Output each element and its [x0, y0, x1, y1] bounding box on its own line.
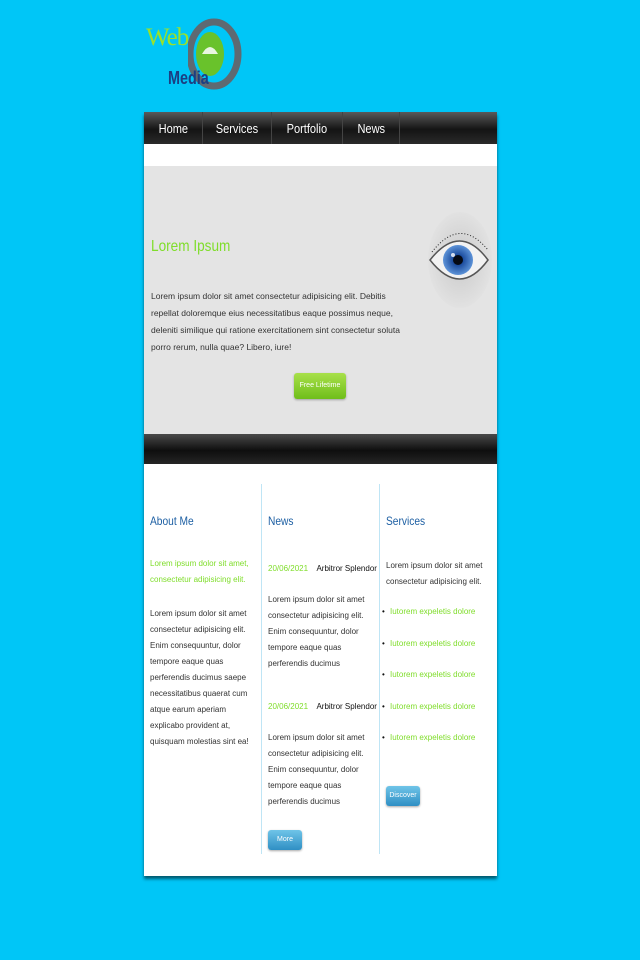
discover-button[interactable]: Discover [386, 786, 420, 806]
about-text: Lorem ipsum dolor sit amet consectetur a… [150, 609, 249, 746]
service-label: Iutorem expeletis dolore [390, 670, 476, 679]
service-link[interactable]: • Iutorem expeletis dolore [382, 730, 475, 762]
bullet-icon: • [382, 607, 385, 616]
logo-text-media: Media [168, 68, 209, 88]
news-item-text: Lorem ipsum dolor sit amet consectetur a… [268, 733, 365, 806]
nav-label-news: News [357, 121, 385, 136]
site-logo[interactable]: Web Media [144, 10, 244, 100]
nav-item-home[interactable]: Home [144, 112, 203, 144]
nav-bar: Home Services Portfolio News [144, 112, 497, 144]
hero-text: Lorem ipsum dolor sit amet consectetur a… [151, 291, 400, 352]
news-author: Arbitror Splendor [316, 564, 377, 573]
nav-item-portfolio[interactable]: Portfolio [272, 112, 343, 144]
news-author: Arbitror Splendor [316, 702, 377, 711]
bullet-icon: • [382, 733, 385, 742]
bullet-icon: • [382, 638, 385, 648]
news-column: News 20/06/2021 Arbitror Splendor Lorem … [261, 484, 379, 863]
nav-label-services: Services [215, 121, 259, 136]
nav-label-portfolio: Portfolio [286, 121, 328, 136]
news-title: News [268, 514, 294, 528]
more-news-button[interactable]: More News [268, 830, 302, 863]
logo-text-web: Web [146, 24, 189, 51]
service-link[interactable]: • Iutorem expeletis dolore [382, 699, 475, 731]
news-item-text: Lorem ipsum dolor sit amet consectetur a… [268, 595, 365, 668]
about-title: About Me [150, 514, 194, 528]
main-panel: Home Services Portfolio News Lorem Ipsum… [144, 112, 497, 876]
free-lifetime-button[interactable]: Free Lifetime [294, 373, 346, 399]
bullet-icon: • [382, 701, 385, 711]
about-column: About Me Lorem ipsum dolor sit amet, con… [144, 484, 260, 854]
service-label: Iutorem expeletis dolore [390, 733, 476, 742]
news-date: 20/06/2021 [268, 564, 309, 573]
nav-label-home: Home [158, 121, 188, 136]
services-intro: Lorem ipsum dolor sit amet consectetur a… [386, 561, 483, 586]
about-lead: Lorem ipsum dolor sit amet, consectetur … [150, 559, 249, 584]
news-date: 20/06/2021 [268, 702, 309, 711]
service-label: Iutorem expeletis dolore [390, 638, 476, 648]
services-list: • Iutorem expeletis dolore • Iutorem expel… [382, 604, 475, 762]
services-column: Services Lorem ipsum dolor sit amet cons… [379, 484, 498, 854]
service-link[interactable]: • Iutorem expeletis dolore [382, 636, 475, 668]
news-item-header: 20/06/2021 Arbitror Splendor [268, 558, 377, 576]
news-item-header: 20/06/2021 Arbitror Splendor [268, 696, 377, 714]
service-link[interactable]: • Iutorem expeletis dolore [382, 604, 475, 636]
hero-title: Lorem Ipsum [151, 238, 231, 255]
content-columns: About Me Lorem ipsum dolor sit amet, con… [144, 484, 497, 864]
service-label: Iutorem expeletis dolore [390, 607, 476, 616]
eye-image [428, 212, 492, 308]
service-link[interactable]: • Iutorem expeletis dolore [382, 667, 475, 699]
services-title: Services [386, 514, 426, 528]
hero-section: Lorem Ipsum Lorem ipsum dolor sit amet c… [144, 166, 497, 434]
nav-item-news[interactable]: News [343, 112, 400, 144]
service-label: Iutorem expeletis dolore [390, 701, 476, 711]
nav-item-services[interactable]: Services [203, 112, 272, 144]
section-divider [144, 434, 497, 464]
bullet-icon: • [382, 670, 385, 679]
